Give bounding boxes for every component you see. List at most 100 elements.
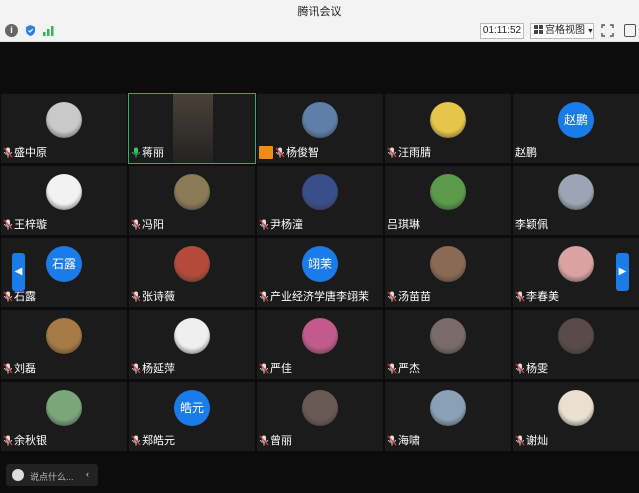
participant-name-label: 蒋丽 — [142, 147, 164, 159]
participant-name: 杨俊智 — [259, 144, 319, 160]
avatar — [558, 246, 594, 282]
mic-muted-icon — [387, 147, 397, 158]
participant-tile[interactable]: 严杰 — [384, 309, 512, 380]
participant-name-label: 曾丽 — [270, 435, 292, 447]
chevron-left-icon: ◀ — [14, 266, 23, 277]
participant-name-label: 汪雨腈 — [398, 147, 431, 159]
avatar: 皓元 — [174, 390, 210, 426]
participant-name: 谢灿 — [515, 432, 548, 448]
participant-name-label: 王梓璇 — [14, 219, 47, 231]
window-title: 腾讯会议 — [297, 6, 342, 18]
caret-down-icon: ▼ — [587, 28, 594, 35]
participant-name: 余秋银 — [3, 432, 47, 448]
participant-name: 蒋丽 — [131, 144, 164, 160]
participant-name-label: 张诗薇 — [142, 291, 175, 303]
participant-name: 杨雯 — [515, 360, 548, 376]
mic-muted-icon — [259, 435, 269, 446]
participant-tile[interactable]: 严佳 — [256, 309, 384, 380]
participant-name: 海啸 — [387, 432, 420, 448]
participant-tile[interactable]: 张诗薇 — [128, 237, 256, 308]
participant-tile[interactable]: 皓元郑皓元 — [128, 381, 256, 452]
participant-name-label: 杨延萍 — [142, 363, 175, 375]
participant-tile[interactable]: 王梓璇 — [0, 165, 128, 236]
avatar — [558, 318, 594, 354]
participant-tile[interactable]: 翊茉 产业经济学唐李翊茉 — [256, 237, 384, 308]
participant-tile[interactable]: 曾丽 — [256, 381, 384, 452]
title-bar: 腾讯会议 — [0, 0, 639, 20]
avatar — [174, 174, 210, 210]
chevron-left-icon[interactable]: ‹ — [86, 469, 89, 479]
view-mode-button[interactable]: 宫格视图 ▼ — [530, 23, 594, 39]
participant-name: 曾丽 — [259, 432, 292, 448]
participant-name: 刘磊 — [3, 360, 36, 376]
participant-name: 严佳 — [259, 360, 292, 376]
participant-tile[interactable]: 海啸 — [384, 381, 512, 452]
chat-input[interactable]: 说点什么... ‹ — [6, 464, 98, 486]
participant-name: 严杰 — [387, 360, 420, 376]
meeting-stage: 盛中原 蒋丽 杨俊智 汪雨腈 赵鹏 赵鹏 王梓璇 冯阳 尹杨潼 吕琪琳 李颖佩 石露 石露 张诗薇 翊茉 产业… — [0, 43, 639, 493]
grid-view-icon — [534, 25, 543, 34]
avatar — [46, 318, 82, 354]
participant-name-label: 余秋银 — [14, 435, 47, 447]
participant-tile[interactable]: 盛中原 — [0, 93, 128, 164]
avatar — [174, 246, 210, 282]
info-icon[interactable]: i — [5, 24, 18, 37]
mic-muted-icon — [387, 363, 397, 374]
sidebar-toggle-icon[interactable] — [624, 24, 636, 37]
participant-tile[interactable]: 汪雨腈 — [384, 93, 512, 164]
mic-muted-icon — [387, 435, 397, 446]
participant-name: 张诗薇 — [131, 288, 175, 304]
avatar — [46, 390, 82, 426]
mic-muted-icon — [275, 147, 285, 158]
mic-muted-icon — [131, 363, 141, 374]
participant-name-label: 杨雯 — [526, 363, 548, 375]
mic-muted-icon — [515, 363, 525, 374]
participant-tile[interactable]: 杨雯 — [512, 309, 639, 380]
host-badge-icon — [259, 145, 273, 159]
mic-muted-icon — [3, 291, 13, 302]
participant-name: 汪雨腈 — [387, 144, 431, 160]
mic-muted-icon — [131, 291, 141, 302]
participant-name-label: 李春美 — [526, 291, 559, 303]
mic-muted-icon — [3, 363, 13, 374]
shield-icon[interactable] — [24, 24, 37, 37]
avatar: 石露 — [46, 246, 82, 282]
mic-muted-icon — [259, 291, 269, 302]
participant-name-label: 郑皓元 — [142, 435, 175, 447]
mic-muted-icon — [131, 435, 141, 446]
participant-tile[interactable]: 杨延萍 — [128, 309, 256, 380]
participant-tile[interactable]: 汤苗苗 — [384, 237, 512, 308]
fullscreen-icon[interactable] — [601, 24, 614, 37]
participant-name-label: 谢灿 — [526, 435, 548, 447]
participant-tile[interactable]: 冯阳 — [128, 165, 256, 236]
participant-name-label: 刘磊 — [14, 363, 36, 375]
participant-name: 杨延萍 — [131, 360, 175, 376]
participant-name: 吕琪琳 — [387, 216, 420, 232]
participant-name: 盛中原 — [3, 144, 47, 160]
participant-tile[interactable]: 余秋银 — [0, 381, 128, 452]
avatar — [302, 390, 338, 426]
participant-name-label: 盛中原 — [14, 147, 47, 159]
prev-page-button[interactable]: ◀ — [12, 253, 25, 291]
chat-placeholder: 说点什么... — [30, 472, 74, 482]
participant-tile[interactable]: 谢灿 — [512, 381, 639, 452]
next-page-button[interactable]: ▶ — [616, 253, 629, 291]
participant-name: 产业经济学唐李翊茉 — [259, 288, 369, 304]
participant-name-label: 吕琪琳 — [387, 219, 420, 231]
chevron-right-icon: ▶ — [618, 266, 627, 277]
participant-tile[interactable]: 杨俊智 — [256, 93, 384, 164]
mic-muted-icon — [515, 435, 525, 446]
view-mode-label: 宫格视图 — [545, 25, 585, 36]
avatar — [430, 102, 466, 138]
signal-icon[interactable] — [42, 24, 55, 37]
meeting-timer: 01:11:52 — [480, 23, 524, 39]
participant-tile[interactable]: 蒋丽 — [128, 93, 256, 164]
participant-name: 赵鹏 — [515, 144, 537, 160]
participant-tile[interactable]: 赵鹏 赵鹏 — [512, 93, 639, 164]
avatar — [302, 174, 338, 210]
emoji-icon[interactable] — [12, 469, 24, 481]
participant-tile[interactable]: 尹杨潼 — [256, 165, 384, 236]
participant-tile[interactable]: 刘磊 — [0, 309, 128, 380]
participant-tile[interactable]: 李颖佩 — [512, 165, 639, 236]
participant-tile[interactable]: 吕琪琳 — [384, 165, 512, 236]
